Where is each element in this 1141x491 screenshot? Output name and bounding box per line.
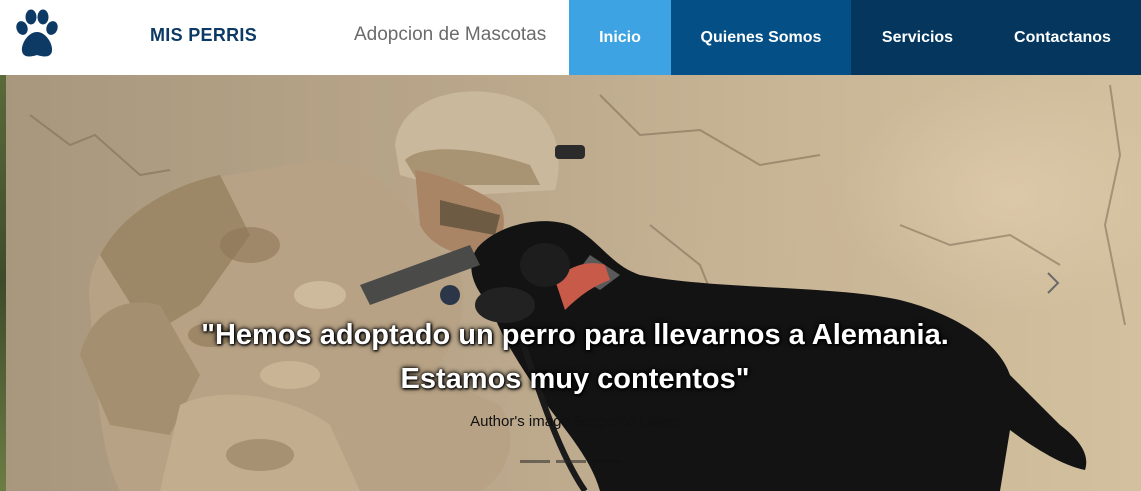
paw-icon[interactable] (12, 8, 62, 62)
carousel-author: Author's image Sergento Lawer (470, 413, 680, 430)
carousel-indicator-1[interactable] (520, 460, 550, 463)
nav-item-quienes-somos[interactable]: Quienes Somos (671, 0, 851, 75)
site-header: MIS PERRIS Adopcion de Mascotas Inicio Q… (0, 0, 1141, 75)
site-tagline: Adopcion de Mascotas (354, 24, 547, 45)
carousel-indicators (520, 460, 622, 463)
carousel-indicator-2[interactable] (556, 460, 586, 463)
hero-carousel: "Hemos adoptado un perro para llevarnos … (0, 75, 1141, 491)
carousel-caption: "Hemos adoptado un perro para llevarnos … (201, 319, 949, 395)
brand-name[interactable]: MIS PERRIS (150, 25, 257, 46)
carousel-indicator-3[interactable] (592, 460, 622, 463)
chevron-right-icon[interactable] (1040, 270, 1066, 296)
nav-item-servicios[interactable]: Servicios (851, 0, 984, 75)
nav-item-contactanos[interactable]: Contactanos (984, 0, 1141, 75)
nav-item-inicio[interactable]: Inicio (569, 0, 671, 75)
